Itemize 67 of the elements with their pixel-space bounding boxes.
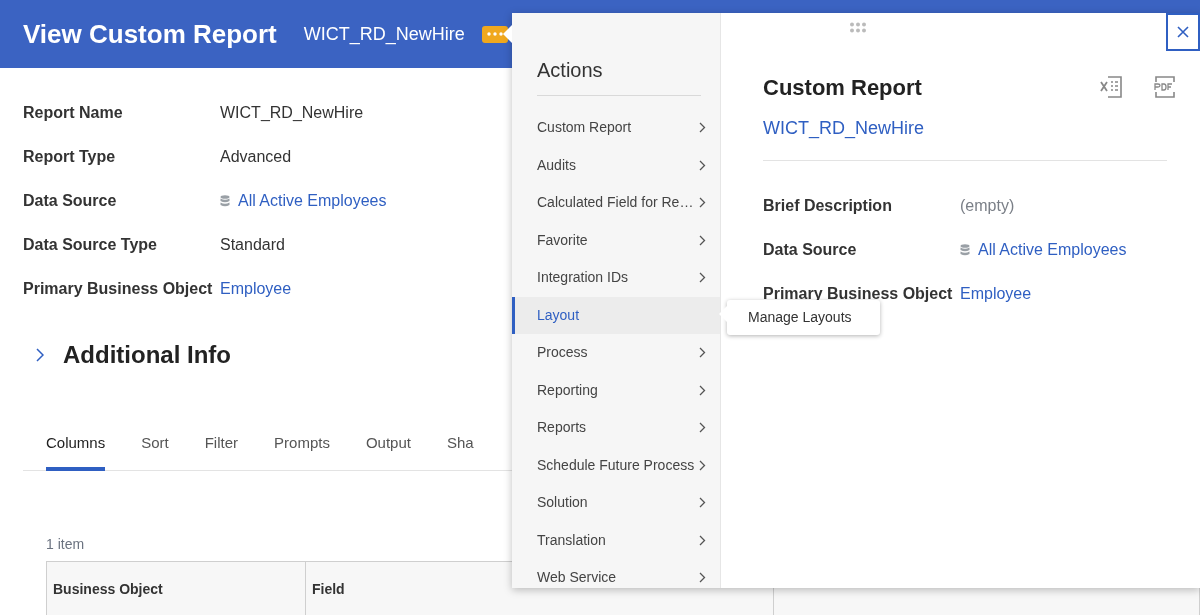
field-value: Standard: [220, 234, 285, 255]
field-label: Brief Description: [763, 195, 893, 216]
chevron-right-icon: [699, 497, 706, 509]
menu-item[interactable]: Translation: [512, 521, 720, 559]
drag-handle-icon: [849, 22, 867, 33]
field-label: Data Source Type: [23, 234, 158, 255]
tab[interactable]: Columns: [46, 429, 106, 471]
menu-item[interactable]: Calculated Field for Re…: [512, 184, 720, 222]
field-label: Primary Business Object: [763, 283, 954, 304]
menu-item[interactable]: Solution: [512, 484, 720, 522]
field-value: (empty): [960, 195, 1015, 216]
menu-item[interactable]: Audits: [512, 146, 720, 184]
menu-item[interactable]: Process: [512, 334, 720, 372]
menu-item[interactable]: Layout: [512, 296, 720, 334]
menu-item[interactable]: Web Service: [512, 559, 720, 597]
tab[interactable]: Sort: [141, 429, 169, 471]
panel-title: Custom Report: [763, 74, 922, 102]
data-source-link[interactable]: All Active Employees: [238, 188, 387, 213]
menu-item[interactable]: Integration IDs: [512, 259, 720, 297]
tab[interactable]: Output: [365, 429, 411, 471]
pdf-export-icon[interactable]: [1153, 75, 1177, 99]
close-button[interactable]: [1166, 13, 1200, 51]
chevron-right-icon: [699, 572, 706, 584]
chevron-icon: [36, 348, 44, 362]
submenu-item[interactable]: Manage Layouts: [727, 307, 880, 328]
page-title: View Custom Report: [23, 17, 277, 51]
chevron-right-icon: [699, 197, 706, 209]
menu-item[interactable]: Schedule Future Process: [512, 446, 720, 484]
tab[interactable]: Filter: [204, 429, 239, 471]
field-label: Report Type: [23, 146, 117, 167]
menu-item[interactable]: Custom Report: [512, 109, 720, 147]
menu-item[interactable]: Reporting: [512, 371, 720, 409]
chevron-right-icon: [699, 422, 706, 434]
chevron-right-icon: [699, 122, 706, 134]
chevron-right-icon: [699, 534, 706, 546]
expand-toggle[interactable]: [33, 348, 47, 362]
field-value: WICT_RD_NewHire: [220, 102, 364, 123]
field-label: Primary Business Object: [23, 278, 214, 299]
field-link[interactable]: Employee: [220, 276, 292, 301]
field-value: Advanced: [220, 146, 292, 167]
chevron-right-icon: [699, 234, 706, 246]
column-header: Business Object: [47, 562, 306, 615]
field-label: Data Source: [763, 239, 858, 260]
field-label: Report Name: [23, 102, 124, 123]
excel-export-icon[interactable]: [1099, 75, 1123, 99]
report-link[interactable]: WICT_RD_NewHire: [763, 115, 924, 142]
chevron-right-icon: [699, 272, 706, 284]
chevron-right-icon: [699, 384, 706, 396]
close-icon: [1177, 26, 1189, 38]
chevron-right-icon: [699, 347, 706, 359]
item-count: 1 item: [46, 535, 85, 554]
field-label: Data Source: [23, 190, 118, 211]
data-source-link[interactable]: All Active Employees: [978, 237, 1127, 262]
database-icon: [220, 194, 230, 207]
menu-item[interactable]: Reports: [512, 409, 720, 447]
related-actions-button[interactable]: [481, 25, 508, 43]
field-link[interactable]: Employee: [960, 281, 1032, 306]
section-title: Additional Info: [63, 340, 231, 370]
menu-title: Actions: [537, 55, 701, 96]
tab[interactable]: Sha: [446, 429, 474, 471]
more-icon: [486, 32, 503, 36]
chevron-right-icon: [699, 459, 706, 471]
tab[interactable]: Prompts: [274, 429, 330, 471]
menu-item[interactable]: Favorite: [512, 221, 720, 259]
database-icon: [960, 243, 970, 256]
chevron-right-icon: [699, 159, 706, 171]
page-subtitle: WICT_RD_NewHire: [303, 22, 465, 47]
